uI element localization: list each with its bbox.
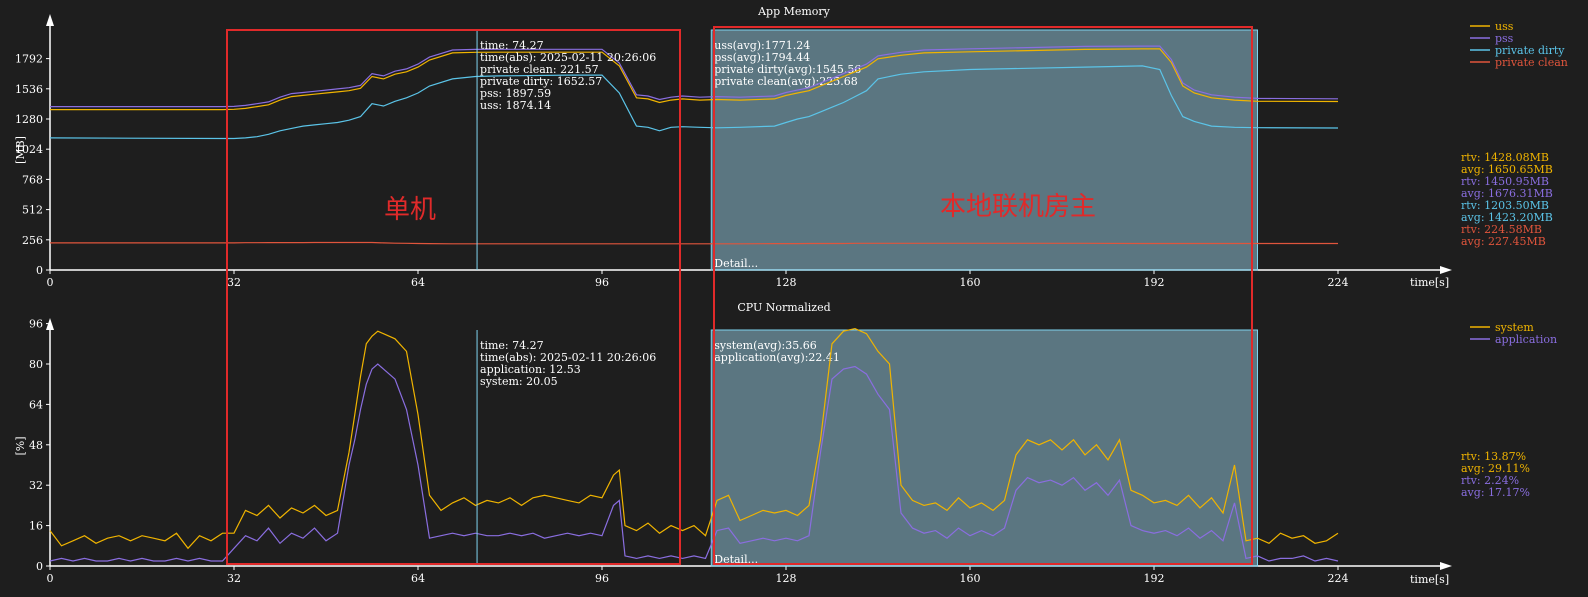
cpu-x-tick-label: 0 <box>47 572 54 585</box>
memory-stats: rtv: 1428.08MBavg: 1650.65MBrtv: 1450.95… <box>1461 151 1553 248</box>
memory-selection-detail-link[interactable]: Detail... <box>714 257 758 270</box>
memory-y-tick-label: 1792 <box>15 53 43 66</box>
memory-y-tick-label: 512 <box>22 204 43 217</box>
memory-y-tick-label: 0 <box>36 264 43 277</box>
cpu-selection-region[interactable]: system(avg):35.66application(avg):22.41D… <box>710 329 1258 567</box>
memory-x-axis-label: time[s] <box>1410 276 1449 289</box>
cpu-x-tick-label: 32 <box>227 572 241 585</box>
standalone-label: 单机 <box>384 195 436 225</box>
cpu-y-tick-label: 0 <box>36 560 43 573</box>
memory-selection-region[interactable]: uss(avg):1771.24pss(avg):1794.44private … <box>710 29 1258 271</box>
cpu-x-tick-label: 224 <box>1328 572 1349 585</box>
cpu-y-tick-label: 64 <box>29 398 43 411</box>
cpu-y-tick-label: 80 <box>29 358 43 371</box>
memory-x-tick-label: 160 <box>960 276 981 289</box>
cpu-x-tick-label: 64 <box>411 572 425 585</box>
cpu-cursor-readout: system: 20.05 <box>480 375 558 388</box>
cpu-x-tick-label: 96 <box>595 572 609 585</box>
memory-x-tick-label: 192 <box>1144 276 1165 289</box>
memory-y-tick-label: 256 <box>22 234 43 247</box>
memory-x-tick-label: 128 <box>776 276 797 289</box>
memory-y-tick-label: 1536 <box>15 83 43 96</box>
memory-legend-label: private clean <box>1495 56 1568 69</box>
cpu-stat-value: avg: 17.17% <box>1461 486 1530 499</box>
cpu-x-tick-label: 192 <box>1144 572 1165 585</box>
cpu-x-tick-label: 160 <box>960 572 981 585</box>
profiler-charts: App Memory 0 32 64 96 128 160 192 2240256512768… <box>0 0 1588 597</box>
cpu-y-tick-label: 96 <box>29 318 43 331</box>
memory-cursor-readout: uss: 1874.14 <box>480 99 551 112</box>
memory-chart-title: App Memory <box>757 5 831 18</box>
cpu-selection-fill[interactable] <box>710 329 1258 567</box>
memory-x-tick-label: 0 <box>47 276 54 289</box>
memory-x-tick-label: 224 <box>1328 276 1349 289</box>
memory-y-axis-label: [MB] <box>14 136 27 164</box>
cpu-y-tick-label: 48 <box>29 439 43 452</box>
local-host-label: 本地联机房主 <box>940 192 1096 222</box>
memory-y-tick-label: 1280 <box>15 113 43 126</box>
cpu-y-tick-label: 16 <box>29 520 43 533</box>
cpu-x-axis-label: time[s] <box>1410 573 1449 586</box>
memory-x-tick-label: 32 <box>227 276 241 289</box>
cpu-selection-stat: application(avg):22.41 <box>714 351 840 364</box>
memory-x-tick-label: 96 <box>595 276 609 289</box>
cpu-stats: rtv: 13.87%avg: 29.11%rtv: 2.24%avg: 17.… <box>1461 450 1530 499</box>
memory-stat-value: avg: 227.45MB <box>1461 235 1546 248</box>
memory-y-tick-label: 768 <box>22 173 43 186</box>
cpu-chart-title: CPU Normalized <box>737 301 830 314</box>
cpu-legend-label: application <box>1495 333 1557 346</box>
cpu-y-tick-label: 32 <box>29 479 43 492</box>
cpu-x-tick-label: 128 <box>776 572 797 585</box>
memory-x-tick-label: 64 <box>411 276 425 289</box>
cpu-y-axis-label: [%] <box>14 436 27 455</box>
